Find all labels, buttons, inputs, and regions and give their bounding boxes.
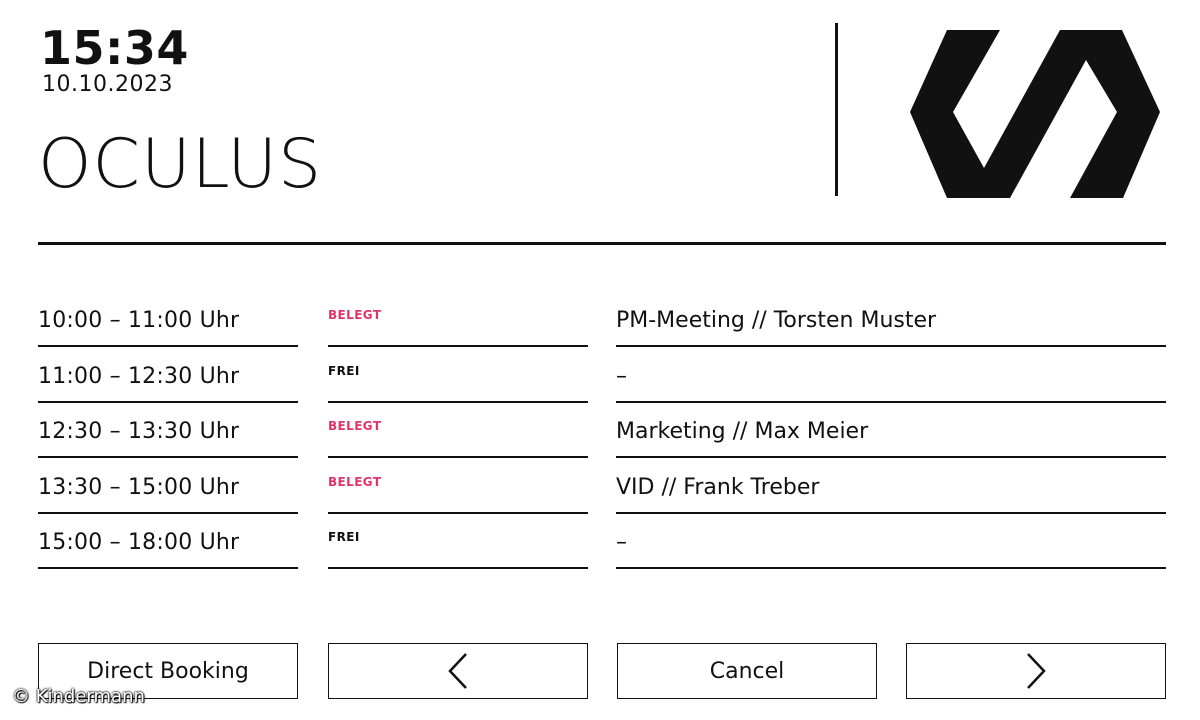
slot-status-cell: BELEGT xyxy=(328,401,588,458)
slot-time-cell: 15:00 – 18:00 Uhr xyxy=(38,512,298,569)
clock: 15:34 xyxy=(40,21,189,75)
slot-title: PM-Meeting // Torsten Muster xyxy=(616,308,937,333)
header-divider xyxy=(38,242,1166,245)
schedule-row[interactable]: 10:00 – 11:00 Uhr BELEGT PM-Meeting // Tor… xyxy=(0,290,1200,347)
slot-title-cell: – xyxy=(616,346,1166,403)
next-button[interactable] xyxy=(906,643,1166,699)
slot-status-badge: FREI xyxy=(328,363,360,378)
slot-status-badge: BELEGT xyxy=(328,474,382,489)
chevron-left-icon xyxy=(448,653,467,689)
chevron-right-icon xyxy=(1027,653,1046,689)
slot-time-cell: 11:00 – 12:30 Uhr xyxy=(38,346,298,403)
slot-status-badge: BELEGT xyxy=(328,308,382,322)
photo-credit: © Kindermann xyxy=(12,686,145,707)
slot-time: 15:00 – 18:00 Uhr xyxy=(38,530,240,555)
slot-time-cell: 13:30 – 15:00 Uhr xyxy=(38,457,298,514)
brand-logo-icon xyxy=(910,30,1160,198)
slot-time: 13:30 – 15:00 Uhr xyxy=(38,474,240,500)
slot-status-cell: FREI xyxy=(328,346,588,403)
slot-status-cell: FREI xyxy=(328,512,588,569)
slot-time: 10:00 – 11:00 Uhr xyxy=(38,308,240,333)
room-name: OCULUS xyxy=(38,125,323,204)
slot-title: Marketing // Max Meier xyxy=(616,419,869,444)
cancel-button[interactable]: Cancel xyxy=(617,643,877,699)
slot-title: – xyxy=(616,530,627,555)
date: 10.10.2023 xyxy=(42,72,173,97)
previous-button[interactable] xyxy=(328,643,588,699)
slot-time-cell: 12:30 – 13:30 Uhr xyxy=(38,401,298,458)
cancel-label: Cancel xyxy=(709,658,785,684)
slot-title: VID // Frank Treber xyxy=(616,474,820,500)
slot-status-cell: BELEGT xyxy=(328,457,588,514)
slot-status-badge: BELEGT xyxy=(328,419,382,433)
slot-title-cell: Marketing // Max Meier xyxy=(616,401,1166,458)
slot-status-badge: FREI xyxy=(328,530,360,544)
slot-title: – xyxy=(616,363,627,389)
schedule-row[interactable]: 13:30 – 15:00 Uhr BELEGT VID // Frank Treb… xyxy=(0,457,1200,514)
direct-booking-label: Direct Booking xyxy=(87,658,249,684)
slot-title-cell: VID // Frank Treber xyxy=(616,457,1166,514)
vertical-divider xyxy=(835,23,838,196)
schedule-list: 10:00 – 11:00 Uhr BELEGT PM-Meeting // Tor… xyxy=(0,290,1200,569)
schedule-row[interactable]: 15:00 – 18:00 Uhr FREI – xyxy=(0,512,1200,569)
slot-time: 12:30 – 13:30 Uhr xyxy=(38,419,240,444)
schedule-row[interactable]: 11:00 – 12:30 Uhr FREI – xyxy=(0,346,1200,403)
schedule-row[interactable]: 12:30 – 13:30 Uhr BELEGT Marketing // Max … xyxy=(0,401,1200,458)
slot-time-cell: 10:00 – 11:00 Uhr xyxy=(38,290,298,347)
slot-title-cell: – xyxy=(616,512,1166,569)
slot-title-cell: PM-Meeting // Torsten Muster xyxy=(616,290,1166,347)
room-booking-screen: 15:34 10.10.2023 OCULUS 10:00 – 11:00 Uh… xyxy=(0,0,1200,720)
slot-time: 11:00 – 12:30 Uhr xyxy=(38,363,240,389)
slot-status-cell: BELEGT xyxy=(328,290,588,347)
